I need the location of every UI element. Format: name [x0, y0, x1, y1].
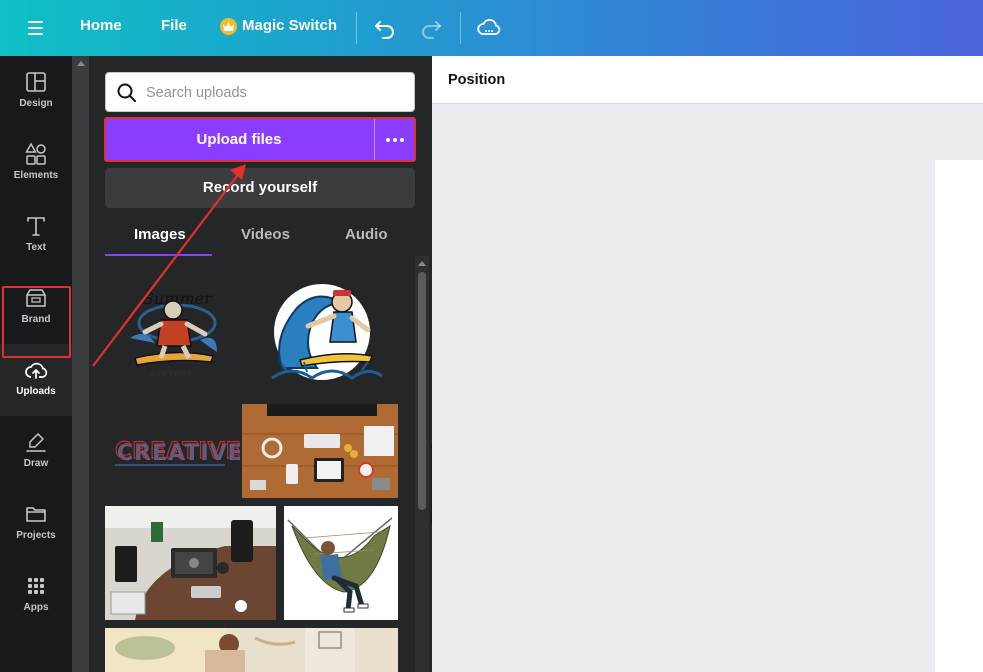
- upload-thumbnail-creative-text[interactable]: CREATIVE CREATIVE: [105, 404, 240, 498]
- divider: [460, 12, 461, 44]
- rail-item-label: Apps: [23, 602, 49, 613]
- upload-thumbnail-outdoor-woman[interactable]: [105, 628, 398, 672]
- position-button[interactable]: Position: [448, 72, 505, 88]
- tab-images[interactable]: Images: [134, 226, 186, 243]
- media-tabs: Images Videos Audio: [105, 220, 415, 256]
- folder-icon: [26, 507, 46, 522]
- scrollbar-thumb[interactable]: [418, 272, 426, 510]
- undo-icon[interactable]: [371, 14, 399, 42]
- hamburger-menu-icon[interactable]: [22, 16, 50, 40]
- design-page[interactable]: [935, 160, 983, 672]
- upload-files-label[interactable]: Upload files: [105, 118, 373, 161]
- home-link[interactable]: Home: [80, 17, 122, 34]
- rail-item-elements[interactable]: Elements: [0, 128, 72, 200]
- rail-item-label: Projects: [16, 530, 56, 541]
- uploads-highlight-box: [2, 286, 71, 358]
- tab-videos[interactable]: Videos: [241, 226, 290, 243]
- more-options-icon[interactable]: [375, 118, 415, 161]
- upload-thumbnail-hammock-man[interactable]: [284, 506, 398, 620]
- panel-scrollbar[interactable]: [72, 56, 89, 672]
- rail-item-design[interactable]: Design: [0, 56, 72, 128]
- search-icon: [117, 83, 136, 102]
- svg-text:SURF FEVER: SURF FEVER: [149, 370, 192, 378]
- rail-item-label: Text: [26, 242, 46, 253]
- apps-grid-icon: [28, 578, 44, 594]
- rail-item-text[interactable]: Text: [0, 200, 72, 272]
- scroll-up-arrow-icon[interactable]: [418, 261, 426, 266]
- rail-item-label: Elements: [13, 170, 59, 181]
- upload-thumbnail-workspace-desk[interactable]: [105, 506, 276, 620]
- side-rail: Design Elements Text Brand Uploads Draw …: [0, 56, 72, 672]
- canvas-workspace: [432, 104, 983, 672]
- upload-thumbnail-surfer-skeleton[interactable]: Summer SURF FEVER: [105, 268, 240, 398]
- rail-item-draw[interactable]: Draw: [0, 416, 72, 488]
- tab-audio[interactable]: Audio: [345, 226, 388, 243]
- active-tab-indicator: [105, 254, 212, 256]
- upload-thumbnail-desk-flatlay[interactable]: [242, 404, 398, 498]
- cloud-save-icon[interactable]: [475, 14, 503, 42]
- record-yourself-button[interactable]: Record yourself: [105, 168, 415, 208]
- redo-icon[interactable]: [417, 14, 445, 42]
- crown-icon: [220, 18, 237, 35]
- rail-item-apps[interactable]: Apps: [0, 560, 72, 632]
- editor-toolbar: Position: [432, 56, 983, 104]
- cloud-upload-icon: [25, 362, 48, 379]
- upload-files-button[interactable]: Upload files: [105, 118, 415, 161]
- rail-item-projects[interactable]: Projects: [0, 488, 72, 560]
- search-input[interactable]: Search uploads: [105, 72, 415, 112]
- draw-icon: [26, 433, 46, 452]
- top-bar: Home File Magic Switch: [0, 0, 983, 56]
- layout-icon: [26, 72, 46, 92]
- shapes-icon: [25, 142, 46, 165]
- rail-item-label: Uploads: [16, 386, 56, 397]
- search-placeholder: Search uploads: [146, 85, 247, 101]
- rail-item-label: Draw: [23, 458, 49, 469]
- text-icon: [27, 217, 45, 236]
- divider: [356, 12, 357, 44]
- upload-thumbnail-surfer-wave[interactable]: [242, 268, 398, 398]
- thumbnail-scrollbar[interactable]: [415, 256, 429, 672]
- magic-switch-button[interactable]: Magic Switch: [242, 17, 337, 34]
- scroll-up-arrow-icon[interactable]: [77, 61, 85, 66]
- svg-text:CREATIVE: CREATIVE: [115, 439, 240, 464]
- file-menu[interactable]: File: [161, 17, 187, 34]
- rail-item-label: Design: [19, 98, 53, 109]
